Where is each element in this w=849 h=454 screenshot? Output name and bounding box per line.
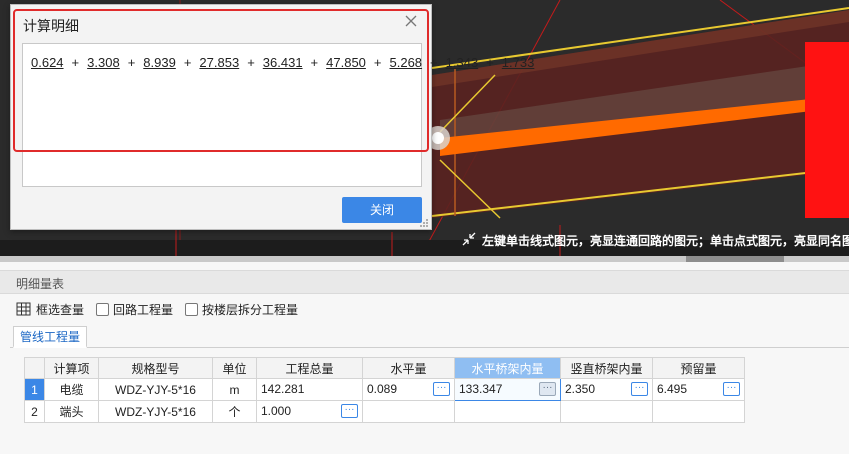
formula-operator: + xyxy=(127,55,136,70)
ellipsis-button[interactable]: ··· xyxy=(341,404,358,418)
close-button[interactable]: 关闭 xyxy=(342,197,422,223)
cell-unit[interactable]: 个 xyxy=(212,400,257,423)
cell-total-value: 142.281 xyxy=(261,382,305,396)
cell-total[interactable]: 142.281 xyxy=(256,378,363,401)
table-row[interactable]: 2 端头 WDZ-YJY-5*16 个 1.000 ··· xyxy=(24,400,745,423)
formula-operator: + xyxy=(373,55,382,70)
formula-operator: + xyxy=(71,55,80,70)
formula-value-link[interactable]: 1.733 xyxy=(502,55,535,70)
formula-value-link[interactable]: 1.343 xyxy=(446,55,479,70)
panel-options: 框选查量 回路工程量 按楼层拆分工程量 xyxy=(16,300,310,318)
cell-horizontal[interactable]: 0.089 ··· xyxy=(362,378,455,401)
column-header[interactable]: 工程总量 xyxy=(256,357,363,379)
cell-v-tray-value: 2.350 xyxy=(565,382,596,396)
detail-panel: 明细量表 框选查量 回路工程量 按楼层拆分工程量 管线工程量 计算项 规格型号 … xyxy=(0,262,849,454)
box-select-label: 框选查量 xyxy=(36,302,85,317)
quantity-table: 计算项 规格型号 单位 工程总量 水平量 水平桥架内量 竖直桥架内量 预留量 1… xyxy=(24,357,745,423)
formula-value-link[interactable]: 47.850 xyxy=(326,55,366,70)
cell-unit[interactable]: m xyxy=(212,378,257,401)
cell-horizontal-value: 0.089 xyxy=(367,382,398,396)
formula-value-link[interactable]: 8.939 xyxy=(143,55,176,70)
table-row[interactable]: 1 电缆 WDZ-YJY-5*16 m 142.281 0.089 ··· 133… xyxy=(24,378,745,401)
formula-value-link[interactable]: 5.268 xyxy=(390,55,423,70)
cell-total[interactable]: 1.000 ··· xyxy=(256,400,363,423)
ellipsis-button[interactable]: ··· xyxy=(433,382,450,396)
cell-h-tray[interactable]: 133.347 ··· xyxy=(454,378,561,401)
panel-header: 明细量表 xyxy=(0,270,849,294)
resize-grip-icon[interactable] xyxy=(419,217,429,227)
cell-item[interactable]: 电缆 xyxy=(44,378,99,401)
cell-item[interactable]: 端头 xyxy=(44,400,99,423)
cell-reserve[interactable]: 6.495 ··· xyxy=(652,378,745,401)
loop-quantity-label: 回路工程量 xyxy=(113,302,174,317)
cell-horizontal[interactable] xyxy=(362,400,455,423)
row-number[interactable]: 1 xyxy=(24,378,45,401)
column-header[interactable]: 单位 xyxy=(212,357,257,379)
column-header[interactable]: 水平量 xyxy=(362,357,455,379)
cell-h-tray-value: 133.347 xyxy=(459,382,503,396)
column-header[interactable]: 预留量 xyxy=(652,357,745,379)
formula-value-link[interactable]: 27.853 xyxy=(199,55,239,70)
viewport-hint: 左键单击线式图元，亮显连通回路的图元；单击点式图元，亮显同名图 xyxy=(462,232,849,249)
tab-bar: 管线工程量 xyxy=(10,326,849,348)
ellipsis-button[interactable]: ··· xyxy=(631,382,648,396)
cell-total-value: 1.000 xyxy=(261,404,292,418)
column-header-selected[interactable]: 水平桥架内量 xyxy=(454,357,561,379)
panel-title: 明细量表 xyxy=(16,277,65,291)
cell-v-tray[interactable]: 2.350 ··· xyxy=(560,378,653,401)
formula-value-link[interactable]: 36.431 xyxy=(263,55,303,70)
formula-operator: + xyxy=(183,55,192,70)
floor-split-label: 按楼层拆分工程量 xyxy=(202,302,299,317)
formula-operator: + xyxy=(430,55,438,70)
formula-operator: + xyxy=(247,55,255,70)
grid-select-icon xyxy=(16,301,32,317)
formula-value-link[interactable]: 0.624 xyxy=(31,55,64,70)
checkbox-box[interactable] xyxy=(96,302,110,316)
row-number-header xyxy=(24,357,45,379)
dialog-title: 计算明细 xyxy=(23,18,79,34)
cell-reserve[interactable] xyxy=(652,400,745,423)
ellipsis-button[interactable]: ··· xyxy=(539,382,556,396)
tab-pipe-quantity[interactable]: 管线工程量 xyxy=(13,326,88,348)
column-header[interactable]: 计算项 xyxy=(44,357,99,379)
ellipsis-button[interactable]: ··· xyxy=(723,382,740,396)
close-icon[interactable] xyxy=(403,13,419,29)
cell-reserve-value: 6.495 xyxy=(657,382,688,396)
table-header-row: 计算项 规格型号 单位 工程总量 水平量 水平桥架内量 竖直桥架内量 预留量 xyxy=(24,357,745,379)
row-number[interactable]: 2 xyxy=(24,400,45,423)
cell-h-tray[interactable] xyxy=(454,400,561,423)
cell-spec[interactable]: WDZ-YJY-5*16 xyxy=(98,378,213,401)
checkbox-box[interactable] xyxy=(185,302,199,316)
box-select-button[interactable]: 框选查量 xyxy=(16,301,84,318)
calc-detail-dialog: 计算明细 0.624 +3.308 +8.939 +27.853 +36.431 +47.… xyxy=(10,4,534,230)
column-header[interactable]: 竖直桥架内量 xyxy=(560,357,653,379)
cell-spec[interactable]: WDZ-YJY-5*16 xyxy=(98,400,213,423)
column-header[interactable]: 规格型号 xyxy=(98,357,213,379)
cell-v-tray[interactable] xyxy=(560,400,653,423)
loop-quantity-checkbox[interactable]: 回路工程量 xyxy=(96,301,173,318)
formula-operator: + xyxy=(486,55,494,70)
formula-operator: + xyxy=(310,55,319,70)
formula-box: 0.624 +3.308 +8.939 +27.853 +36.431 +47.850 +5… xyxy=(22,43,534,187)
hint-text: 左键单击线式图元，亮显连通回路的图元；单击点式图元，亮显同名图 xyxy=(482,234,849,248)
floor-split-checkbox[interactable]: 按楼层拆分工程量 xyxy=(185,301,298,318)
formula-value-link[interactable]: 3.308 xyxy=(87,55,120,70)
